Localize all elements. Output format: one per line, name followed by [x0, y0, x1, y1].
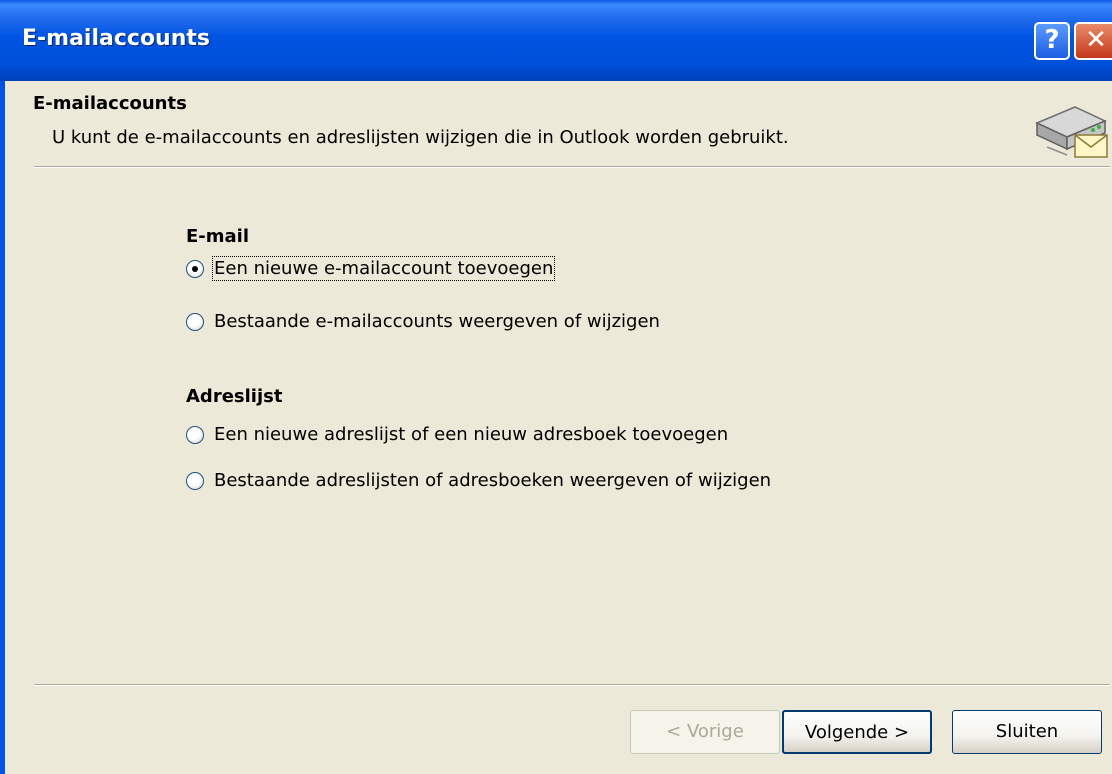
window-title: E-mailaccounts: [22, 26, 210, 51]
header-subtitle: U kunt de e-mailaccounts en adreslijsten…: [52, 127, 789, 148]
radio-button[interactable]: [186, 425, 204, 444]
email-group-title: E-mail: [186, 226, 250, 247]
window-frame-left: [0, 81, 5, 774]
radio-button[interactable]: [186, 471, 204, 490]
radio-label: Een nieuwe e-mailaccount toevoegen: [211, 256, 556, 281]
dialog-header: E-mailaccounts U kunt de e-mailaccounts …: [5, 81, 1112, 167]
radio-add-address-list[interactable]: Een nieuwe adreslijst of een nieuw adres…: [186, 424, 728, 445]
radio-view-address-lists[interactable]: Bestaande adreslijsten of adresboeken we…: [186, 470, 771, 491]
title-bar[interactable]: E-mailaccounts ? ✕: [0, 0, 1112, 81]
help-button[interactable]: ?: [1034, 22, 1070, 60]
radio-add-email-account[interactable]: Een nieuwe e-mailaccount toevoegen: [186, 256, 556, 281]
radio-label: Bestaande adreslijsten of adresboeken we…: [214, 470, 772, 491]
header-separator: [34, 166, 1110, 168]
footer-separator: [34, 684, 1110, 686]
header-title: E-mailaccounts: [33, 93, 187, 114]
radio-label: Een nieuwe adreslijst of een nieuw adres…: [214, 424, 729, 445]
next-button[interactable]: Volgende >: [782, 710, 932, 754]
question-mark-icon: ?: [1044, 25, 1060, 55]
close-window-button[interactable]: ✕: [1074, 22, 1112, 60]
close-icon: ✕: [1085, 25, 1107, 55]
close-button[interactable]: Sluiten: [952, 710, 1102, 754]
back-button[interactable]: < Vorige: [630, 710, 780, 754]
radio-label: Bestaande e-mailaccounts weergeven of wi…: [214, 311, 660, 332]
radio-button-checked[interactable]: [186, 259, 204, 278]
email-accounts-dialog: E-mailaccounts ? ✕ E-mailaccounts U kunt…: [0, 0, 1112, 774]
mail-server-icon: [1035, 106, 1108, 158]
address-group-title: Adreslijst: [186, 386, 283, 407]
radio-button[interactable]: [186, 312, 204, 331]
radio-view-email-accounts[interactable]: Bestaande e-mailaccounts weergeven of wi…: [186, 311, 660, 332]
